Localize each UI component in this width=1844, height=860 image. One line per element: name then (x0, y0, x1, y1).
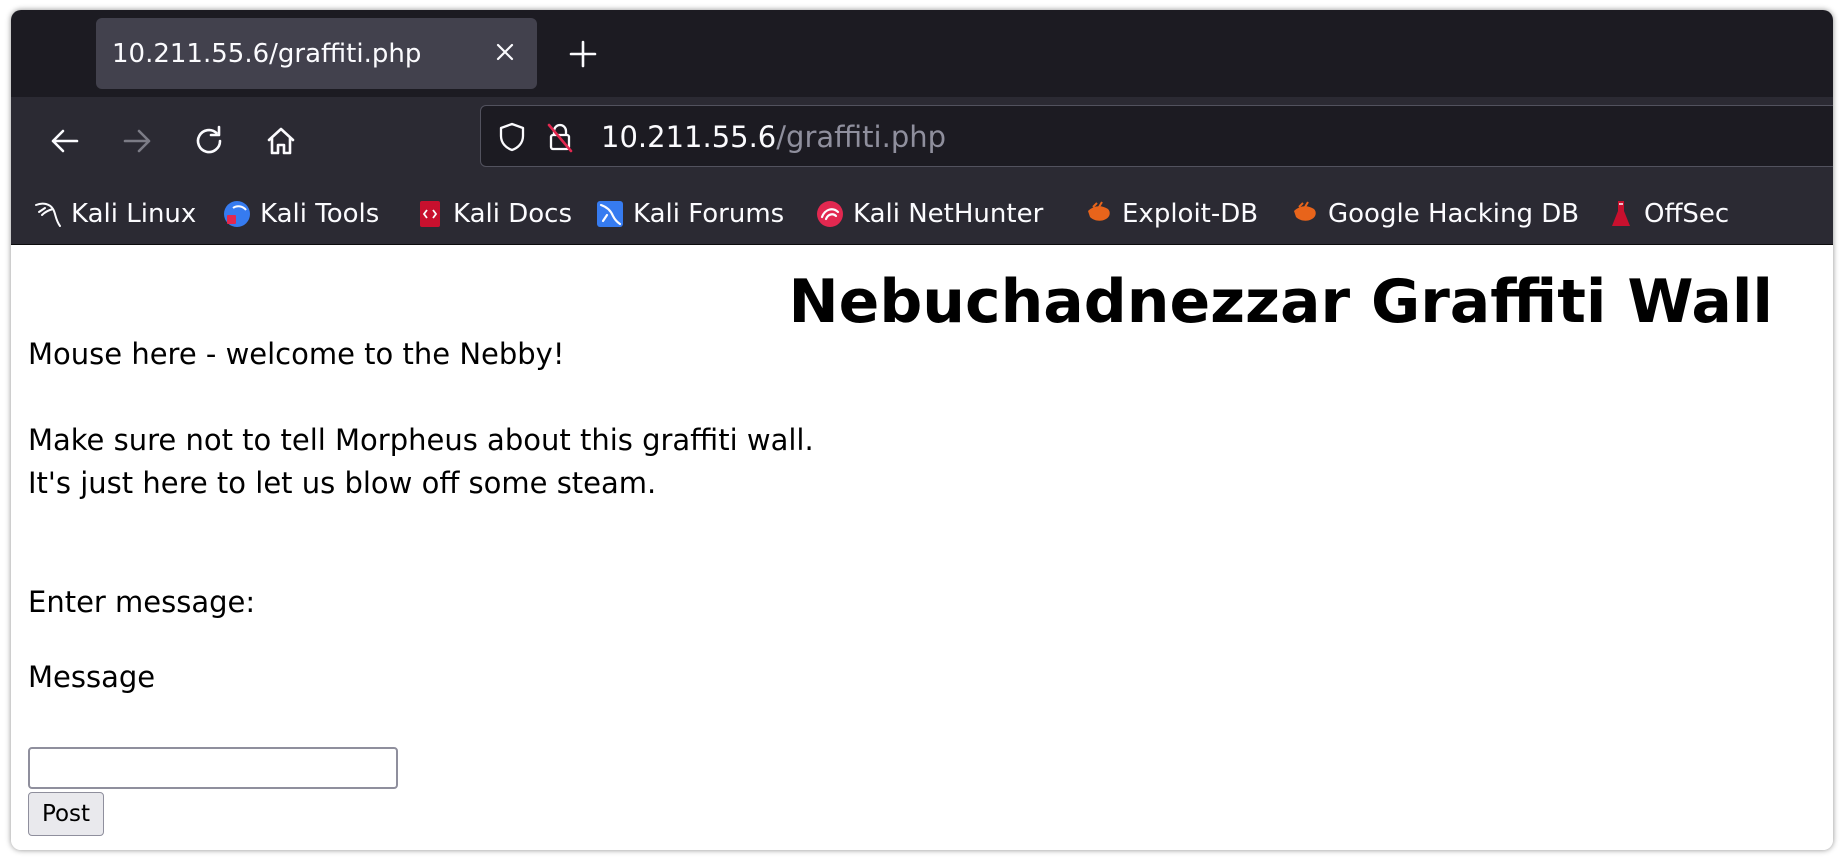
google-hacking-db-icon (1294, 201, 1316, 221)
enter-message-label: Enter message: (28, 585, 256, 619)
bookmark-label: Kali Linux (71, 199, 197, 229)
bookmark-kali-linux[interactable]: Kali Linux (33, 195, 196, 233)
tab-graffiti[interactable]: 10.211.55.6/graffiti.php (96, 18, 537, 89)
browser-window: 10.211.55.6/graffiti.php 10.211.55.6/gra… (11, 10, 1833, 850)
bookmark-label: Kali NetHunter (853, 199, 1044, 229)
bookmark-label: Kali Docs (453, 199, 573, 229)
reload-icon[interactable] (185, 117, 233, 165)
bookmark-label: Kali Forums (633, 199, 785, 229)
bookmark-label: Exploit-DB (1122, 199, 1259, 229)
message-input[interactable] (28, 747, 398, 789)
url-bar[interactable]: 10.211.55.6/graffiti.php (480, 105, 1833, 167)
exploit-db-icon (1088, 201, 1110, 221)
close-icon[interactable] (491, 38, 519, 66)
bookmark-label: Google Hacking DB (1328, 199, 1580, 229)
bookmark-offsec[interactable]: OffSec (1606, 195, 1729, 233)
tab-title: 10.211.55.6/graffiti.php (112, 39, 422, 69)
page-title: Nebuchadnezzar Graffiti Wall (788, 267, 1773, 337)
message-field-label: Message (28, 660, 156, 694)
bookmark-kali-tools[interactable]: Kali Tools (222, 195, 379, 233)
bookmark-exploit-db[interactable]: Exploit-DB (1084, 195, 1258, 233)
url-path: /graffiti.php (776, 120, 947, 154)
bookmark-google-hacking-db[interactable]: Google Hacking DB (1290, 195, 1579, 233)
nav-toolbar: 10.211.55.6/graffiti.php (11, 97, 1833, 185)
tab-bar: 10.211.55.6/graffiti.php (11, 10, 1833, 97)
page-content: Nebuchadnezzar Graffiti Wall Mouse here … (11, 245, 1833, 850)
bookmark-kali-forums[interactable]: Kali Forums (595, 195, 784, 233)
arrow-left-icon[interactable] (41, 117, 89, 165)
bookmark-label: OffSec (1644, 199, 1730, 229)
home-icon[interactable] (257, 117, 305, 165)
insecure-lock-icon[interactable] (543, 120, 577, 154)
bookmark-label: Kali Tools (260, 199, 380, 229)
kali-nethunter-icon (817, 201, 843, 227)
bookmark-kali-docs[interactable]: Kali Docs (415, 195, 572, 233)
kali-dragon-icon (35, 202, 61, 227)
arrow-right-icon[interactable] (113, 117, 161, 165)
url-text[interactable]: 10.211.55.6/graffiti.php (601, 120, 946, 154)
welcome-text: Mouse here - welcome to the Nebby! (28, 337, 565, 371)
kali-forums-icon (597, 201, 623, 227)
kali-tools-icon (224, 201, 250, 227)
intro-line-1: Make sure not to tell Morpheus about thi… (28, 423, 814, 457)
url-host: 10.211.55.6 (601, 120, 777, 154)
bookmarks-bar: Kali Linux Kali Tools Kali Docs Kali For… (11, 185, 1833, 245)
intro-line-2: It's just here to let us blow off some s… (28, 466, 657, 500)
post-button[interactable]: Post (28, 792, 104, 836)
shield-icon[interactable] (495, 120, 529, 154)
kali-docs-icon (420, 201, 440, 227)
offsec-icon (1612, 201, 1630, 226)
bookmark-kali-nethunter[interactable]: Kali NetHunter (815, 195, 1043, 233)
plus-icon[interactable] (563, 34, 603, 74)
